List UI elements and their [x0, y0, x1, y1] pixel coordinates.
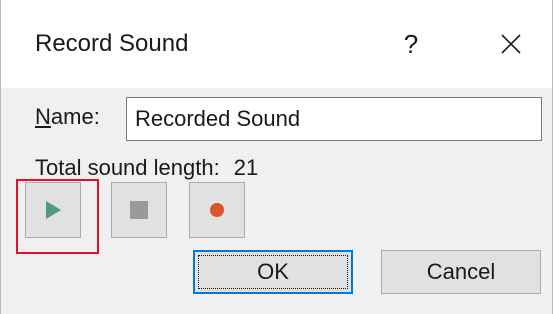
record-sound-dialog: Record Sound ? Name: Total sound length:… [0, 0, 553, 314]
dialog-title: Record Sound [35, 30, 189, 57]
record-button[interactable] [189, 182, 245, 238]
sound-length-label: Total sound length: [35, 155, 220, 180]
help-button[interactable]: ? [391, 20, 431, 68]
sound-length-value: 21 [233, 155, 259, 180]
stop-button[interactable] [111, 182, 167, 238]
close-button[interactable] [485, 20, 537, 68]
focus-rectangle [198, 255, 348, 289]
play-icon [46, 201, 61, 219]
record-icon [210, 203, 224, 217]
name-label-access-key: N [35, 104, 51, 129]
name-label-text: ame: [50, 104, 100, 129]
play-button[interactable] [25, 182, 81, 238]
name-label: Name: [35, 104, 100, 130]
title-bar: Record Sound ? [1, 0, 552, 88]
sound-length-row: Total sound length: 21 [35, 155, 258, 181]
name-input[interactable] [126, 97, 542, 141]
cancel-button-label: Cancel [426, 259, 496, 284]
ok-button[interactable]: OK [193, 250, 353, 294]
close-icon [501, 34, 521, 54]
stop-icon [130, 201, 148, 219]
cancel-button[interactable]: Cancel [381, 250, 541, 294]
